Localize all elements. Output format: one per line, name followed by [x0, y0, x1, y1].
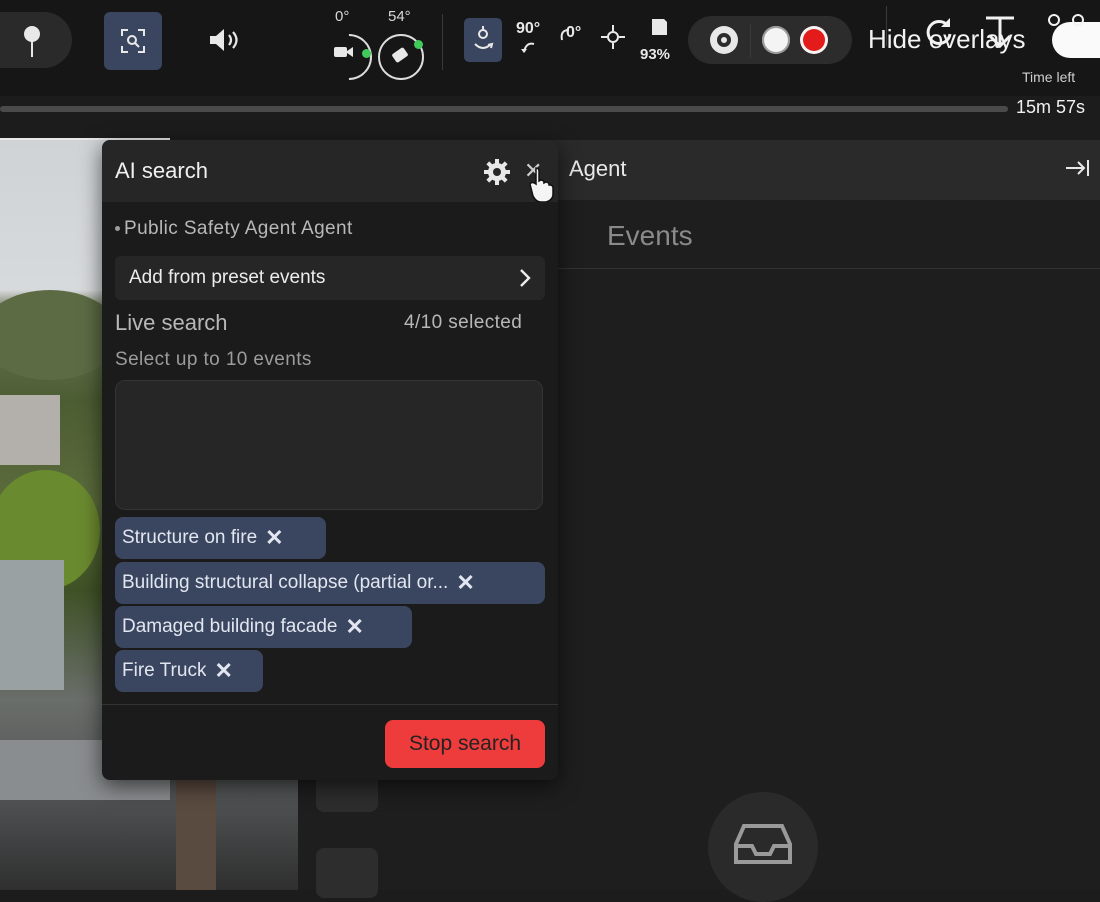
- inbox-icon: [734, 824, 792, 864]
- scan-focus-button[interactable]: [104, 12, 162, 70]
- scan-focus-icon: [121, 29, 145, 53]
- agent-status-dot: [115, 226, 120, 232]
- building: [176, 780, 216, 890]
- gimbal-pitch-value: 0°: [335, 8, 350, 25]
- rotate-right-icon[interactable]: [559, 26, 573, 46]
- ai-search-title: AI search: [115, 158, 208, 183]
- photo-mode-dot: [721, 37, 727, 43]
- event-chip: Structure on fire ✕: [115, 517, 326, 559]
- record-divider: [750, 24, 751, 58]
- agent-name: Public Safety Agent Agent: [124, 218, 353, 239]
- event-chip-label: Fire Truck: [122, 660, 207, 681]
- gimbal-indicator-dot: [362, 49, 371, 58]
- time-left-label: Time left: [1022, 69, 1076, 85]
- hand-cursor-icon: [529, 167, 554, 202]
- remove-chip-icon[interactable]: ✕: [265, 525, 283, 551]
- selected-count: 4/10 selected: [404, 312, 523, 333]
- chevron-right-icon: [520, 269, 531, 287]
- toolbar-divider: [442, 14, 443, 70]
- heading-indicator-dot: [414, 40, 423, 49]
- speaker-icon[interactable]: [208, 26, 244, 54]
- drone-yaw-value: 54°: [388, 8, 411, 25]
- map-pin-icon-stem: [31, 40, 33, 57]
- agent-name-line: Public Safety Agent Agent: [115, 218, 353, 240]
- event-chip: Building structural collapse (partial or…: [115, 562, 545, 604]
- event-chip: Damaged building facade ✕: [115, 606, 412, 648]
- live-search-label: Live search: [115, 310, 228, 335]
- remove-chip-icon[interactable]: ✕: [214, 658, 232, 684]
- event-search-input[interactable]: [115, 380, 543, 510]
- refresh-icon[interactable]: [920, 14, 956, 50]
- building: [0, 395, 60, 465]
- gear-icon[interactable]: [482, 157, 512, 187]
- select-hint: Select up to 10 events: [115, 349, 312, 370]
- event-chip: Fire Truck ✕: [115, 650, 263, 692]
- rth-angle-value: 90°: [516, 20, 541, 37]
- event-chip-label: Damaged building facade: [122, 616, 338, 637]
- building: [0, 560, 64, 690]
- battery-value: 93%: [640, 46, 671, 63]
- gimbal-reset-icon[interactable]: [980, 12, 1020, 52]
- agent-panel-title: Agent: [569, 156, 627, 181]
- events-heading: Events: [607, 220, 693, 251]
- collapse-right-icon[interactable]: [1064, 156, 1092, 180]
- camera-icon: [334, 47, 353, 57]
- event-chip-label: Structure on fire: [122, 527, 258, 548]
- rotate-left-icon[interactable]: [518, 40, 538, 58]
- events-divider: [556, 268, 1100, 269]
- capture-button[interactable]: [762, 26, 790, 54]
- stop-search-button[interactable]: Stop search: [385, 720, 545, 768]
- sd-card-icon: [652, 19, 667, 35]
- return-home-icon: [474, 26, 494, 49]
- remove-chip-icon[interactable]: ✕: [346, 614, 364, 640]
- return-home-button[interactable]: [464, 18, 502, 62]
- preset-events-label: Add from preset events: [129, 267, 326, 288]
- remove-chip-icon[interactable]: ✕: [456, 570, 474, 596]
- time-left-value: 15m 57s: [1016, 97, 1086, 117]
- flight-time-progress: [0, 106, 1008, 112]
- drone-toggle-icon: [1048, 14, 1084, 26]
- add-layout-button[interactable]: [316, 848, 378, 898]
- drone-heading-icon: [392, 47, 408, 63]
- record-button[interactable]: [800, 26, 828, 54]
- empty-events-badge: [708, 792, 818, 902]
- drone-mode-icon[interactable]: [598, 22, 628, 52]
- event-chip-label: Building structural collapse (partial or…: [122, 572, 449, 593]
- popup-footer-divider: [102, 704, 558, 705]
